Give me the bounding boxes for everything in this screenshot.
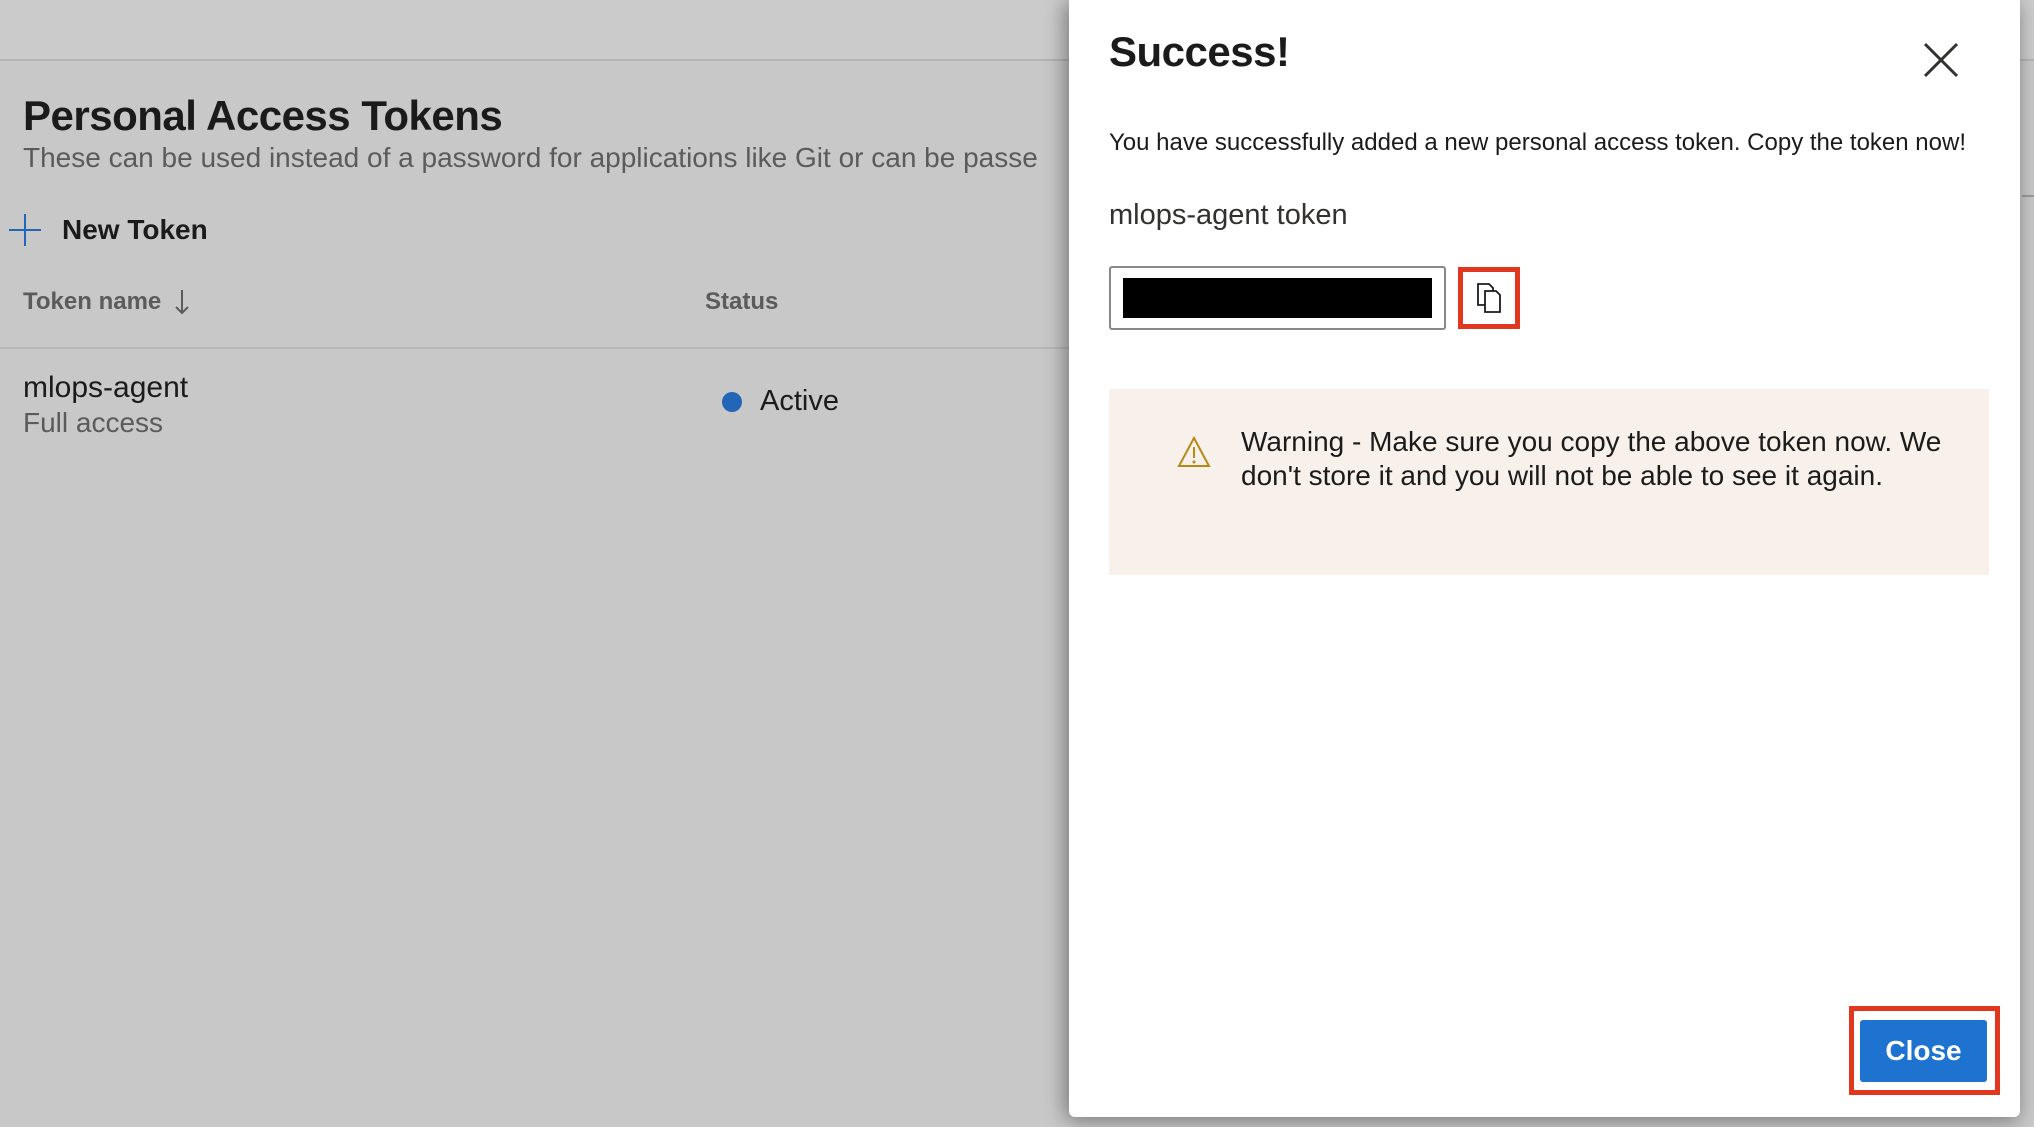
warning-text: Warning - Make sure you copy the above t…: [1241, 426, 1942, 491]
token-row-status: Active: [722, 385, 839, 418]
token-field[interactable]: [1109, 266, 1446, 330]
status-dot-icon: [722, 391, 742, 412]
close-button[interactable]: Close: [1860, 1020, 1987, 1082]
table-header: Token name Status: [0, 288, 1070, 348]
column-header-token-name-label: Token name: [23, 288, 162, 315]
arrow-down-icon: [175, 290, 189, 315]
column-header-token-name[interactable]: Token name: [23, 288, 191, 316]
new-token-label: New Token: [62, 214, 208, 245]
page-subtitle: These can be used instead of a password …: [23, 142, 1038, 173]
close-icon[interactable]: [1919, 38, 1963, 82]
copy-token-button[interactable]: [1458, 267, 1520, 329]
column-header-status[interactable]: Status: [705, 288, 778, 316]
plus-icon: [9, 214, 41, 246]
token-label: mlops-agent token: [1109, 199, 1348, 231]
page-title: Personal Access Tokens: [23, 92, 503, 139]
scrollbar-edge: [2022, 195, 2034, 247]
warning-icon: [1177, 436, 1211, 467]
token-value-redacted: [1123, 278, 1432, 318]
copy-icon: [1477, 283, 1501, 313]
dialog-message: You have successfully added a new person…: [1109, 129, 1966, 156]
table-row[interactable]: mlops-agent Full access Active: [0, 365, 1070, 455]
row-divider: [0, 347, 1070, 349]
success-dialog: Success! You have successfully added a n…: [1069, 0, 2020, 1117]
token-row-scope: Full access: [23, 407, 164, 438]
warning-banner: Warning - Make sure you copy the above t…: [1109, 389, 1989, 575]
new-token-button[interactable]: New Token: [8, 210, 208, 250]
dialog-title: Success!: [1109, 28, 1290, 75]
token-row-name: mlops-agent: [23, 371, 189, 404]
status-text: Active: [760, 385, 839, 417]
